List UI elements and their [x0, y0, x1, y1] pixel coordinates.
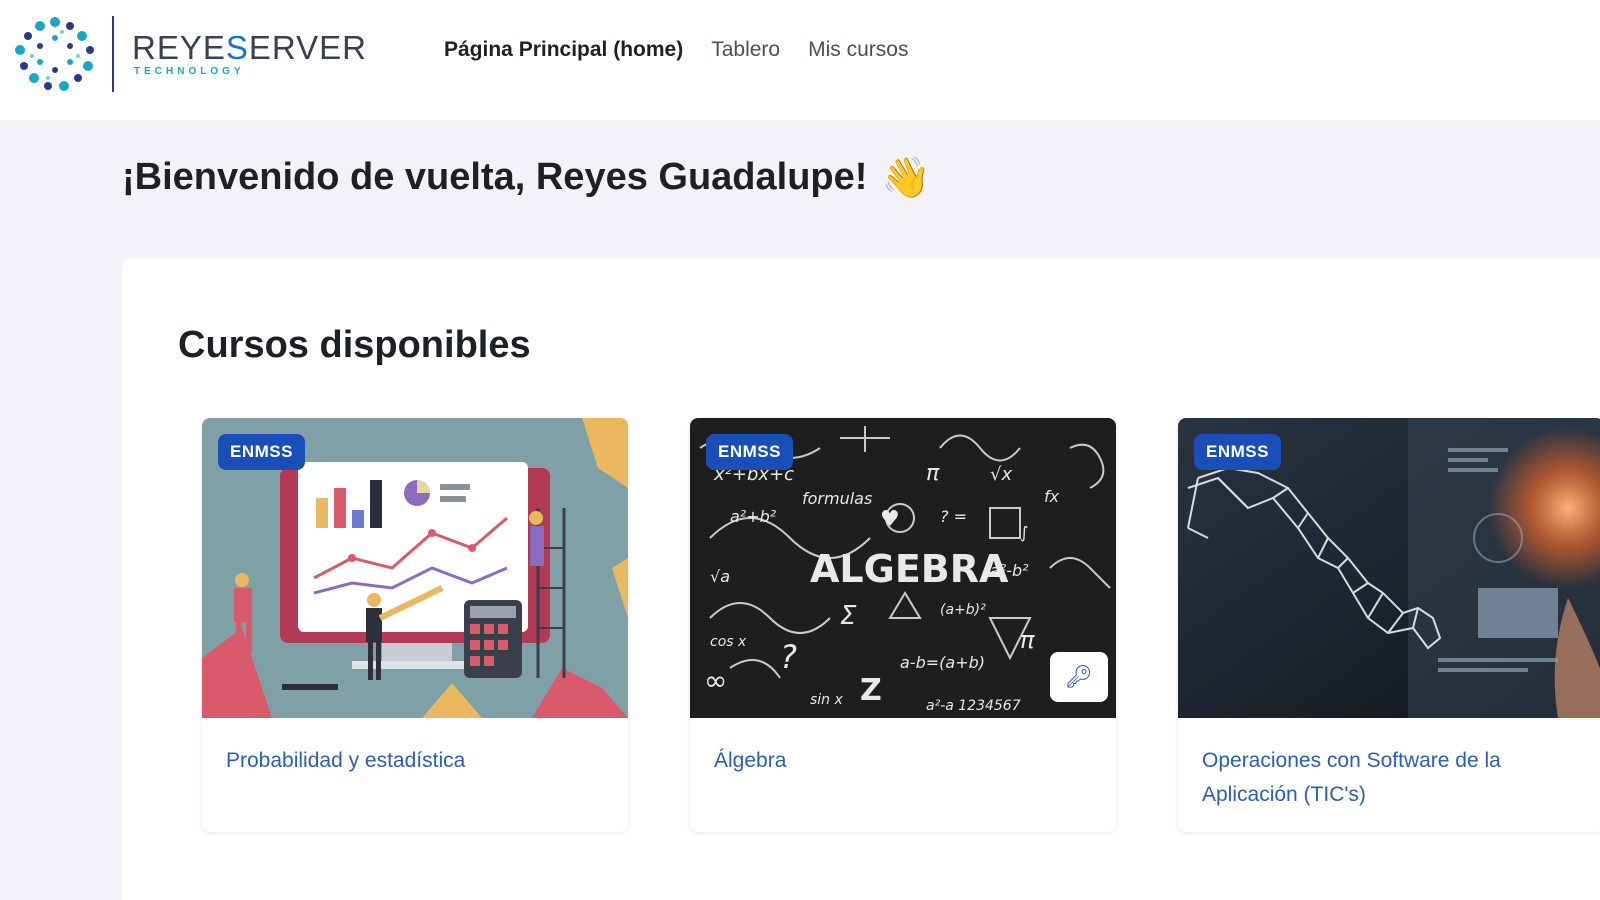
brand-logo-link[interactable]: REYESERVER TECHNOLOGY: [12, 12, 367, 96]
svg-text:a-b=(a+b): a-b=(a+b): [900, 653, 985, 672]
key-icon[interactable]: 🔑︎: [1050, 652, 1108, 702]
brand-text: REYESERVER TECHNOLOGY: [132, 31, 367, 77]
waving-hand-icon: 👋: [881, 156, 932, 200]
nav-link-home[interactable]: Página Principal (home): [430, 38, 697, 62]
courses-section-title: Cursos disponibles: [178, 324, 531, 366]
svg-text:cos x: cos x: [710, 634, 747, 650]
svg-text:a²-a 1234567: a²-a 1234567: [926, 698, 1021, 714]
nav-link-my-courses[interactable]: Mis cursos: [794, 38, 922, 62]
svg-text:formulas: formulas: [802, 489, 872, 508]
svg-text:π: π: [926, 461, 940, 486]
logo-icon: [15, 17, 94, 91]
course-card-algebra[interactable]: x²+bx+c formulas π √x fx a²+b² ♥ ? = ALG…: [690, 418, 1116, 832]
course-category-badge: ENMSS: [706, 434, 793, 470]
top-navbar: REYESERVER TECHNOLOGY Página Principal (…: [0, 0, 1600, 120]
brand-name: REYESERVER: [132, 29, 367, 66]
svg-text:ALGEBRA: ALGEBRA: [810, 547, 1009, 591]
course-name-probability[interactable]: Probabilidad y estadística: [202, 718, 628, 778]
brand-subtitle: TECHNOLOGY: [134, 66, 245, 77]
svg-text:?: ?: [780, 638, 797, 676]
svg-text:Z: Z: [860, 673, 882, 708]
svg-text:(a+b)²: (a+b)²: [940, 602, 986, 618]
primary-nav: Página Principal (home) Tablero Mis curs…: [430, 0, 922, 100]
course-card-probability[interactable]: ENMSS Probabilidad y estadística: [202, 418, 628, 832]
course-category-badge: ENMSS: [1194, 434, 1281, 470]
course-card-tics[interactable]: ENMSS Operaciones con Software de la Apl…: [1178, 418, 1600, 832]
svg-text:? =: ? =: [940, 507, 967, 526]
svg-text:sin x: sin x: [810, 692, 844, 708]
svg-text:a²-b²: a²-b²: [990, 561, 1029, 580]
course-image-algebra: x²+bx+c formulas π √x fx a²+b² ♥ ? = ALG…: [690, 418, 1116, 718]
svg-text:√x: √x: [990, 464, 1012, 485]
welcome-text: ¡Bienvenido de vuelta, Reyes Guadalupe!: [122, 156, 868, 198]
welcome-heading: ¡Bienvenido de vuelta, Reyes Guadalupe! …: [122, 154, 931, 201]
svg-text:∫: ∫: [1020, 523, 1028, 542]
brand-divider: [112, 16, 114, 92]
course-image-tech: ENMSS: [1178, 418, 1600, 718]
course-category-badge: ENMSS: [218, 434, 305, 470]
course-name-algebra[interactable]: Álgebra: [690, 718, 1116, 778]
svg-text:∞: ∞: [704, 664, 727, 697]
available-courses-panel: Cursos disponibles ENMSS Probabilidad y …: [122, 258, 1600, 900]
svg-text:a²+b²: a²+b²: [730, 507, 777, 526]
svg-text:√a: √a: [710, 567, 730, 586]
course-image-statistics: ENMSS: [202, 418, 628, 718]
svg-text:Σ: Σ: [840, 601, 857, 631]
svg-text:π: π: [1020, 626, 1035, 654]
svg-text:♥: ♥: [880, 507, 900, 532]
course-name-tics[interactable]: Operaciones con Software de la Aplicació…: [1178, 718, 1600, 812]
nav-link-dashboard[interactable]: Tablero: [697, 38, 794, 62]
svg-text:fx: fx: [1044, 487, 1060, 506]
